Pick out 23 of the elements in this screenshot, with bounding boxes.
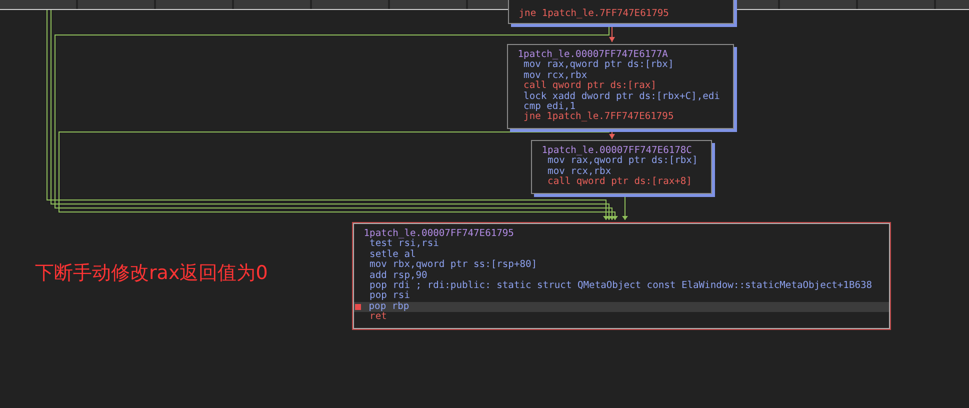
instruction-line: mov rax,qword ptr ds:[rbx] <box>548 155 698 166</box>
instruction-line: pop rsi <box>368 290 410 302</box>
instruction-line: call qword ptr ds:[rax+8] <box>546 176 692 188</box>
instruction-line: pop rdi ; rdi:public: static struct QMetaObject const ElaWindow::staticMetaObject+1B638 <box>368 280 872 292</box>
instruction-line: cmp edi,1 <box>522 101 576 112</box>
address-label: 1patch_le.00007FF747E61795 <box>364 228 514 239</box>
instruction-line: mov rcx,rbx <box>546 166 612 177</box>
instruction-line: add rsp,90 <box>368 270 428 281</box>
instruction-line: pop rbp <box>368 300 410 312</box>
instruction-line: jne 1patch_le.7FF747E61795 <box>518 8 669 19</box>
address-label: 1patch_le.00007FF747E6177A <box>518 49 668 60</box>
instruction-line: mov rax,qword ptr ds:[rbx] <box>524 59 674 70</box>
breakpoint-icon[interactable] <box>355 304 361 310</box>
annotation-text: 下断手动修改rax返回值为0 <box>35 261 268 286</box>
instruction-line: jne 1patch_le.7FF747E61795 <box>522 111 674 122</box>
instruction-line: lock xadd dword ptr ds:[rbx+C],edi <box>522 90 720 102</box>
instruction-line: setle al <box>368 248 416 260</box>
instruction-line: ret <box>368 311 387 322</box>
instruction-line: test rsi,rsi <box>370 238 439 250</box>
address-label: 1patch_le.00007FF747E6178C <box>542 145 692 156</box>
instruction-line: mov rcx,rbx <box>522 70 588 81</box>
instruction-line: call qword ptr ds:[rax] <box>522 80 656 92</box>
instruction-line: mov rbx,qword ptr ss:[rsp+80] <box>368 259 538 270</box>
